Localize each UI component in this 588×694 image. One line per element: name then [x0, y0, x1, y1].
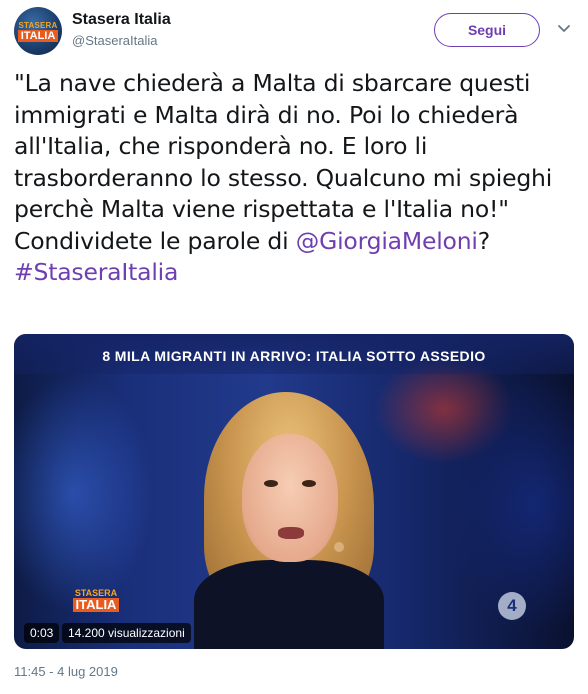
- speaker-mouth: [278, 527, 304, 539]
- video-duration: 0:03: [24, 623, 60, 643]
- speaker-earring: [334, 542, 344, 552]
- show-logo-bottom: ITALIA: [72, 598, 120, 612]
- follow-button[interactable]: Segui: [434, 13, 540, 47]
- speaker-eye-left: [264, 480, 278, 487]
- video-player[interactable]: 8 MILA MIGRANTI IN ARRIVO: ITALIA SOTTO …: [14, 334, 574, 649]
- tweet-quote: "La nave chiederà a Malta di sbarcare qu…: [14, 69, 553, 223]
- avatar[interactable]: STASERA ITALIA: [14, 7, 62, 55]
- account-handle[interactable]: @StaseraItalia: [72, 33, 157, 48]
- speaker-figure: [194, 392, 384, 649]
- tweet-timestamp[interactable]: 11:45 - 4 lug 2019: [14, 664, 118, 679]
- channel-logo: 4: [498, 592, 526, 620]
- speaker-eye-right: [302, 480, 316, 487]
- avatar-text-bottom: ITALIA: [17, 29, 59, 42]
- tweet-line-prefix: Condividete le parole di: [14, 226, 296, 255]
- chevron-down-icon[interactable]: [556, 20, 572, 36]
- tweet-line-suffix: ?: [477, 226, 491, 255]
- video-banner: 8 MILA MIGRANTI IN ARRIVO: ITALIA SOTTO …: [102, 348, 486, 364]
- speaker-body: [194, 560, 384, 649]
- avatar-text-top: STASERA: [18, 20, 58, 30]
- mention-link[interactable]: @GiorgiaMeloni: [296, 227, 478, 255]
- studio-light-left: [14, 374, 154, 614]
- tweet-text: "La nave chiederà a Malta di sbarcare qu…: [14, 68, 580, 289]
- speaker-face: [242, 434, 338, 562]
- account-name[interactable]: Stasera Italia: [72, 11, 171, 29]
- hashtag-link[interactable]: #StaseraItalia: [14, 258, 178, 286]
- show-logo: STASERA ITALIA: [68, 588, 124, 612]
- video-views: 14.200 visualizzazioni: [62, 623, 191, 643]
